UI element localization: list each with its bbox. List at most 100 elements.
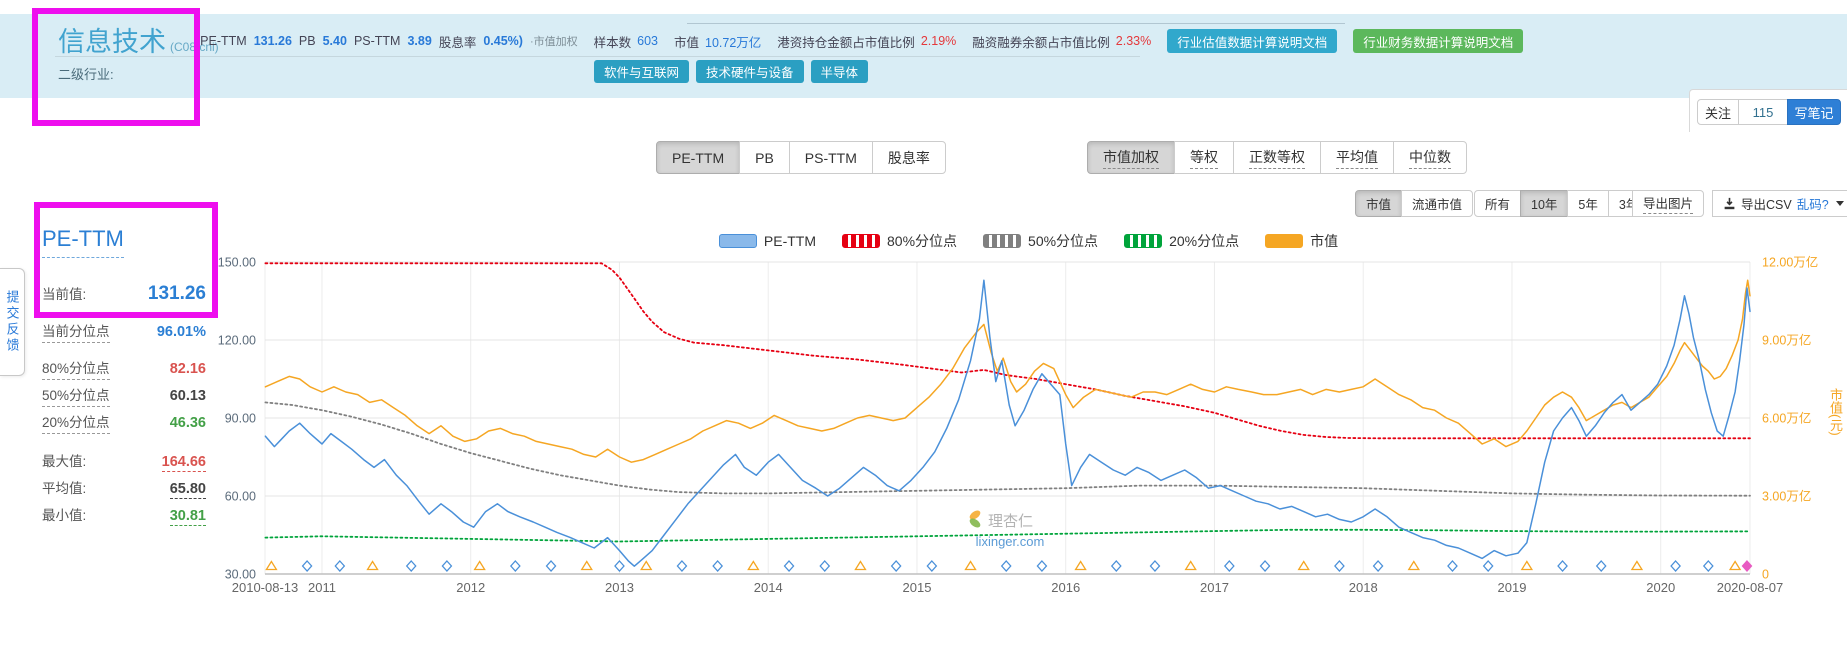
tab-pb[interactable]: PB xyxy=(739,141,790,174)
event-marker-triangle[interactable] xyxy=(580,560,593,571)
right-axis-title: 市值(元) xyxy=(1828,388,1843,436)
event-marker-triangle[interactable] xyxy=(1407,560,1420,571)
garbled-help-link[interactable]: 乱码? xyxy=(1797,194,1829,213)
event-marker-triangle[interactable] xyxy=(366,560,379,571)
event-marker-diamond[interactable] xyxy=(301,560,313,572)
event-marker-diamond[interactable] xyxy=(676,560,688,572)
tag-software-internet[interactable]: 软件与互联网 xyxy=(594,60,690,83)
event-marker-diamond[interactable] xyxy=(545,560,557,572)
event-marker-diamond[interactable] xyxy=(783,560,795,572)
weighting-tab-group: 市值加权 等权 正数等权 平均值 中位数 xyxy=(1087,141,1467,174)
tag-semiconductor[interactable]: 半导体 xyxy=(810,60,869,83)
market-cap: 市值 10.72万亿 xyxy=(674,35,762,50)
event-marker-diamond[interactable] xyxy=(334,560,346,572)
tab-average[interactable]: 平均值 xyxy=(1320,141,1394,174)
y-right-tick: 3.00万亿 xyxy=(1762,489,1811,504)
event-marker-diamond[interactable] xyxy=(1670,560,1681,572)
event-marker-triangle[interactable] xyxy=(473,560,486,571)
event-marker-diamond[interactable] xyxy=(926,560,938,572)
tab-range-5y[interactable]: 5年 xyxy=(1567,190,1609,217)
series-mcap xyxy=(264,279,1751,463)
event-marker-diamond[interactable] xyxy=(405,560,417,572)
event-marker-triangle[interactable] xyxy=(1297,560,1310,571)
event-marker-diamond[interactable] xyxy=(1223,560,1235,572)
event-marker-diamond[interactable] xyxy=(1372,560,1384,572)
industry-title-block: 信息技术 (C08.cni) xyxy=(58,20,219,59)
event-marker-triangle[interactable] xyxy=(265,560,278,571)
event-marker-diamond[interactable] xyxy=(1000,560,1012,572)
watermark-brand: 理杏仁 xyxy=(988,513,1033,530)
tab-market-cap[interactable]: 市值 xyxy=(1355,190,1403,217)
dividend-value: 0.45%) xyxy=(483,34,523,48)
valuation-chart[interactable]: 150.00120.0090.0060.0030.0012.00万亿9.00万亿… xyxy=(210,224,1847,649)
stat-row-min: 最小值: 30.81 xyxy=(42,508,206,526)
x-tick: 2019 xyxy=(1498,580,1527,595)
tab-pe-ttm[interactable]: PE-TTM xyxy=(656,141,741,174)
event-marker-diamond[interactable] xyxy=(1036,560,1048,572)
event-marker-diamond[interactable] xyxy=(441,560,453,572)
finance-doc-button[interactable]: 行业财务数据计算说明文档 xyxy=(1353,29,1524,53)
export-image-button[interactable]: 导出图片 xyxy=(1632,190,1705,217)
event-marker-diamond[interactable] xyxy=(712,560,724,572)
download-icon xyxy=(1724,197,1735,210)
tab-ps-ttm[interactable]: PS-TTM xyxy=(788,141,873,174)
x-tick: 2015 xyxy=(903,580,932,595)
stat-row-max: 最大值: 164.66 xyxy=(42,454,206,472)
tab-median[interactable]: 中位数 xyxy=(1393,141,1467,174)
pb-value: 5.40 xyxy=(322,34,347,48)
event-marker-diamond[interactable] xyxy=(1447,560,1458,572)
follow-button[interactable]: 关注 xyxy=(1697,99,1739,125)
event-marker-diamond[interactable] xyxy=(819,560,831,572)
chevron-down-icon xyxy=(1835,201,1844,206)
sub-industry-label: 二级行业: xyxy=(58,67,114,82)
event-marker-diamond[interactable] xyxy=(1110,560,1122,572)
event-marker-triangle[interactable] xyxy=(854,560,867,571)
event-marker-triangle[interactable] xyxy=(964,560,977,571)
event-marker-triangle[interactable] xyxy=(747,560,760,571)
event-marker-diamond[interactable] xyxy=(509,560,521,572)
x-tick: 2020-08-07 xyxy=(1717,580,1784,595)
ps-value: 3.89 xyxy=(407,34,432,48)
tab-equal-weighted[interactable]: 等权 xyxy=(1174,141,1234,174)
valuation-doc-button[interactable]: 行业估值数据计算说明文档 xyxy=(1167,29,1338,53)
tag-hardware-equipment[interactable]: 技术硬件与设备 xyxy=(696,60,804,83)
tab-float-cap[interactable]: 流通市值 xyxy=(1401,190,1474,217)
event-marker-diamond[interactable] xyxy=(1557,560,1568,572)
event-marker-diamond[interactable] xyxy=(1149,560,1161,572)
event-marker-diamond[interactable] xyxy=(1482,560,1494,572)
event-marker-triangle[interactable] xyxy=(640,560,653,571)
event-marker-triangle[interactable] xyxy=(1630,560,1644,571)
tab-dividend-yield[interactable]: 股息率 xyxy=(871,141,946,174)
event-marker-triangle[interactable] xyxy=(1074,560,1087,571)
tab-range-10y[interactable]: 10年 xyxy=(1520,190,1569,217)
y-left-tick: 90.00 xyxy=(225,412,256,426)
event-marker-triangle[interactable] xyxy=(1728,560,1742,571)
tab-cap-weighted[interactable]: 市值加权 xyxy=(1087,141,1175,174)
hk-holding-ratio: 港资持仓金额占市值比例 2.19% xyxy=(777,34,957,50)
tab-positive-equal[interactable]: 正数等权 xyxy=(1233,141,1321,174)
write-note-button[interactable]: 写笔记 xyxy=(1787,99,1841,125)
event-marker-diamond[interactable] xyxy=(1259,560,1271,572)
x-tick: 2018 xyxy=(1349,580,1378,595)
stat-row-percentile: 当前分位点 96.01% xyxy=(42,320,206,343)
event-marker-diamond[interactable] xyxy=(1702,560,1714,572)
event-marker-diamond[interactable] xyxy=(1595,560,1607,572)
tab-range-all[interactable]: 所有 xyxy=(1474,190,1522,217)
event-marker-diamond[interactable] xyxy=(890,560,902,572)
feedback-tab[interactable]: 提交反馈 xyxy=(0,268,25,376)
ps-label: PS-TTM xyxy=(353,34,401,48)
event-marker-triangle[interactable] xyxy=(1184,560,1197,571)
pe-label: (PE-TTM xyxy=(196,34,247,48)
y-right-tick: 6.00万亿 xyxy=(1762,411,1811,426)
export-csv-button[interactable]: 导出CSV 乱码? xyxy=(1712,190,1847,217)
margin-ratio: 融资融券余额占市值比例 2.33% xyxy=(972,34,1152,50)
stat-row-avg: 平均值: 65.80 xyxy=(42,481,206,499)
sidebar-metric-title[interactable]: PE-TTM xyxy=(42,226,124,258)
event-marker-diamond[interactable] xyxy=(1334,560,1345,572)
event-marker-triangle[interactable] xyxy=(1520,560,1534,571)
valuation-summary: (PE-TTM 131.26 PB 5.40 PS-TTM 3.89 股息率 0… xyxy=(196,32,578,51)
event-marker-diamond[interactable] xyxy=(614,560,625,572)
page-title: 信息技术 xyxy=(58,27,166,57)
y-left-tick: 150.00 xyxy=(218,256,256,270)
x-tick: 2020 xyxy=(1646,580,1675,595)
